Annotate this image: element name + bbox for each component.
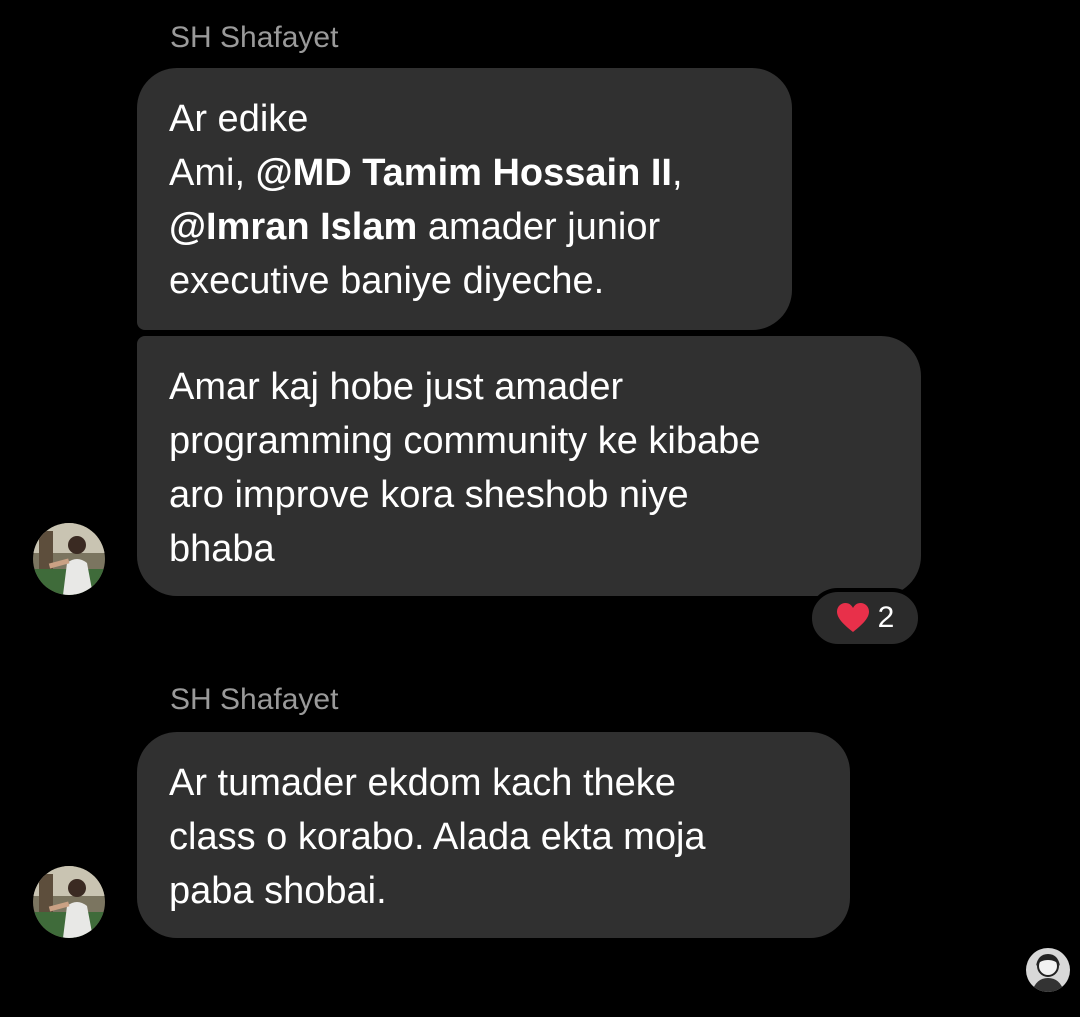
- message-bubble[interactable]: Amar kaj hobe just amader programming co…: [137, 336, 921, 596]
- seen-avatar-photo: [1026, 948, 1070, 992]
- sender-name: SH Shafayet: [170, 683, 339, 716]
- message-line: class o korabo. Alada ekta moja: [169, 816, 706, 858]
- message-text: amader junior: [417, 206, 661, 248]
- sender-name: SH Shafayet: [170, 21, 339, 54]
- message-bubble[interactable]: Ar edike Ami, @MD Tamim Hossain II, @Imr…: [137, 68, 792, 330]
- reaction-badge[interactable]: 2: [808, 588, 922, 648]
- message-line: Amar kaj hobe just amader: [169, 366, 624, 408]
- sender-avatar[interactable]: [33, 866, 105, 938]
- mention-link[interactable]: @MD Tamim Hossain II: [256, 152, 672, 194]
- sender-avatar[interactable]: [33, 523, 105, 595]
- heart-icon: [836, 603, 869, 632]
- message-line: aro improve kora sheshob niye: [169, 474, 689, 516]
- message-line: @Imran Islam amader junior: [169, 200, 764, 254]
- message-line: Ami, @MD Tamim Hossain II,: [169, 146, 764, 200]
- avatar-photo: [33, 523, 105, 595]
- message-line: programming community ke kibabe: [169, 420, 761, 462]
- seen-by-avatar: [1026, 948, 1070, 992]
- message-line: Ar edike: [169, 98, 309, 140]
- avatar-photo: [33, 866, 105, 938]
- message-line: executive baniye diyeche.: [169, 260, 605, 302]
- message-line: paba shobai.: [169, 870, 387, 912]
- reaction-count: 2: [877, 601, 895, 634]
- message-text: ,: [672, 152, 683, 194]
- message-line: bhaba: [169, 528, 275, 570]
- message-bubble[interactable]: Ar tumader ekdom kach theke class o kora…: [137, 732, 850, 938]
- mention-link[interactable]: @Imran Islam: [169, 206, 417, 248]
- message-text: Ami,: [169, 152, 256, 194]
- message-line: Ar tumader ekdom kach theke: [169, 762, 676, 804]
